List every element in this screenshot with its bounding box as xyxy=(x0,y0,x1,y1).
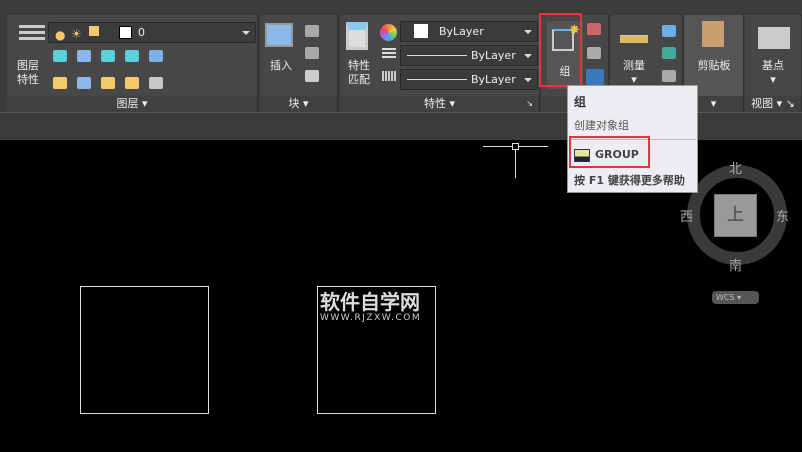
basepoint-icon xyxy=(758,27,790,49)
tooltip-help: 按 F1 键获得更多帮助 xyxy=(574,174,685,187)
square-1[interactable] xyxy=(80,286,209,414)
group-edit-icon[interactable] xyxy=(587,47,601,59)
clipboard-label: 剪贴板 xyxy=(697,59,731,72)
basepoint-button[interactable]: 基点 ▾ xyxy=(751,59,795,87)
edit-block-icon[interactable] xyxy=(305,47,319,59)
paste-icon xyxy=(702,21,724,47)
layer-lock-icon[interactable] xyxy=(125,50,139,62)
lineweight-icon xyxy=(382,48,396,58)
color-dropdown[interactable]: ByLayer xyxy=(400,21,538,42)
match-properties-button[interactable]: 特性 匹配 xyxy=(342,59,376,87)
edit-attributes-icon[interactable] xyxy=(305,70,319,82)
pickbox xyxy=(512,143,519,150)
lineweight-dropdown[interactable]: ByLayer xyxy=(400,45,538,66)
chevron-down-icon xyxy=(524,30,532,34)
properties-panel-label[interactable]: 特性 ▾ ↘ xyxy=(340,96,539,112)
layers-panel: 图层 特性 ● ☀ 0 图层 ▾ xyxy=(7,15,258,112)
command-highlight-box xyxy=(569,136,650,168)
color-value: ByLayer xyxy=(439,25,484,38)
watermark-url: WWW.RJZXW.COM xyxy=(320,313,422,323)
layer-thaw-icon[interactable] xyxy=(101,77,115,89)
block-panel: 插入 块 ▾ xyxy=(260,15,338,112)
layer-unlock-icon[interactable] xyxy=(125,77,139,89)
viewcube-top-face[interactable]: 上 xyxy=(714,194,757,237)
chevron-down-icon xyxy=(524,78,532,82)
chevron-down-icon xyxy=(524,54,532,58)
compass-west[interactable]: 西 xyxy=(680,206,693,225)
layer-name: 0 xyxy=(138,26,145,39)
crosshair-vertical xyxy=(515,146,516,178)
view-panel-label[interactable]: 视图 ▾ ↘ xyxy=(745,96,801,112)
measure-button[interactable]: 测量 ▾ xyxy=(616,59,652,87)
color-swatch xyxy=(414,24,428,38)
watermark-title: 软件自学网 xyxy=(320,290,420,314)
view-panel: 基点 ▾ 视图 ▾ ↘ xyxy=(745,15,802,112)
sun-icon: ☀ xyxy=(71,27,82,41)
color-wheel-icon xyxy=(380,24,397,41)
linetype-icon xyxy=(382,71,396,81)
chevron-down-icon xyxy=(242,31,250,35)
tooltip-description: 创建对象组 xyxy=(574,119,629,132)
make-current-icon[interactable] xyxy=(149,50,163,62)
color-swatch xyxy=(119,26,132,39)
unlock-icon xyxy=(89,26,99,36)
select-all-icon[interactable] xyxy=(662,47,676,59)
lightbulb-icon: ● xyxy=(55,28,66,42)
match-properties-icon xyxy=(346,22,368,50)
layer-match-icon[interactable] xyxy=(149,77,163,89)
layers-panel-label[interactable]: 图层 ▾ xyxy=(7,96,257,112)
layer-unisolate-icon[interactable] xyxy=(77,77,91,89)
compass-north[interactable]: 北 xyxy=(729,158,742,177)
linetype-value: ByLayer xyxy=(471,73,516,86)
title-bar xyxy=(0,0,802,14)
insert-button[interactable]: 插入 xyxy=(264,59,298,73)
compass-east[interactable]: 东 xyxy=(776,206,789,225)
layer-freeze-icon[interactable] xyxy=(101,50,115,62)
lineweight-value: ByLayer xyxy=(471,49,516,62)
properties-panel: 特性 匹配 ByLayer ByLayer ByLayer 特性 ▾ ↘ xyxy=(340,15,540,112)
layer-on-icon[interactable] xyxy=(53,77,67,89)
ucs-menu[interactable]: WCS ▾ xyxy=(712,291,759,304)
measure-icon xyxy=(620,35,648,43)
layer-properties-icon xyxy=(19,25,45,45)
block-panel-label[interactable]: 块 ▾ xyxy=(260,96,337,112)
layer-isolate-icon[interactable] xyxy=(77,50,91,62)
highlight-box xyxy=(539,13,582,87)
ungroup-icon[interactable] xyxy=(587,23,601,35)
tooltip-title: 组 xyxy=(574,95,587,109)
group-selection-icon[interactable] xyxy=(586,69,604,85)
compass-south[interactable]: 南 xyxy=(729,255,742,274)
layer-dropdown[interactable]: ● ☀ 0 xyxy=(48,22,256,43)
calculator-icon[interactable] xyxy=(662,70,676,82)
linetype-dropdown[interactable]: ByLayer xyxy=(400,69,538,90)
layer-off-icon[interactable] xyxy=(53,50,67,62)
layer-properties-button[interactable]: 图层 特性 xyxy=(13,59,43,87)
insert-block-icon xyxy=(265,23,293,47)
quick-select-icon[interactable] xyxy=(662,25,676,37)
create-block-icon[interactable] xyxy=(305,25,319,37)
